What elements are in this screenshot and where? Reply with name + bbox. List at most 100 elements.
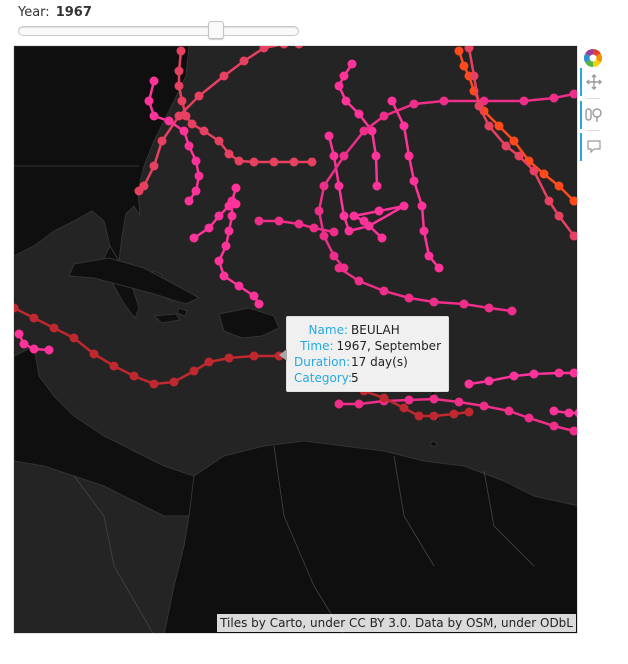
track-point <box>157 136 167 146</box>
tooltip-key: Name: <box>308 323 348 337</box>
slider-handle[interactable] <box>208 21 225 39</box>
tooltip-arrow <box>279 349 287 361</box>
track-point <box>404 395 414 405</box>
track-point <box>149 111 159 121</box>
track-point <box>29 313 39 323</box>
track-point <box>459 299 469 309</box>
slider-label: Year: <box>18 5 50 20</box>
track-point <box>254 216 264 226</box>
track-point <box>341 96 351 106</box>
tooltip-value: BEULAH <box>351 323 400 337</box>
track-point <box>134 186 144 196</box>
track-point <box>404 293 414 303</box>
track-point <box>474 101 484 111</box>
track-point <box>501 141 511 151</box>
track-point <box>379 393 389 403</box>
track-point <box>329 227 339 237</box>
track-point <box>307 157 317 167</box>
track-point <box>249 291 259 301</box>
track-point <box>464 46 474 53</box>
track-point <box>231 183 241 193</box>
track-point <box>419 226 429 236</box>
track-point <box>189 233 199 243</box>
track-point <box>371 151 381 161</box>
track-point <box>454 46 464 56</box>
year-slider[interactable]: Year: 1967 <box>18 4 300 40</box>
track-point <box>509 136 519 146</box>
track-point <box>164 116 174 126</box>
track-point <box>227 211 237 221</box>
track-point <box>339 151 349 161</box>
track-point <box>239 56 249 66</box>
tooltip-value: 1967, September <box>336 339 442 353</box>
track-point <box>214 256 224 266</box>
track-point <box>199 126 209 136</box>
land-south-america <box>163 440 577 633</box>
slider-value: 1967 <box>55 5 92 20</box>
track-point <box>334 181 344 191</box>
track-point <box>429 297 439 307</box>
track-point <box>494 121 504 131</box>
track-point <box>269 157 279 167</box>
track-point <box>424 251 434 261</box>
track-point <box>191 156 201 166</box>
track-point <box>189 366 199 376</box>
track-point <box>354 399 364 409</box>
track-point <box>569 89 577 99</box>
track-point <box>484 303 494 313</box>
track-point <box>184 196 194 206</box>
land-central-america <box>14 345 210 517</box>
track-point <box>294 46 304 49</box>
track-point <box>179 126 189 136</box>
hover-tool-icon[interactable] <box>580 133 606 161</box>
track-point <box>19 339 29 349</box>
track-point <box>334 81 344 91</box>
track-point <box>564 408 574 418</box>
track-point <box>574 408 577 418</box>
track-point <box>507 306 517 316</box>
wheel-zoom-tool-icon[interactable] <box>580 101 606 129</box>
track-point <box>504 406 514 416</box>
tooltip-key: Time: <box>300 339 334 353</box>
track-point <box>404 151 414 161</box>
track-point <box>399 201 409 211</box>
track-point <box>434 263 444 273</box>
tooltip-row-time: Time: 1967, September <box>294 338 441 354</box>
track-point <box>254 299 264 309</box>
hurricane-track <box>177 50 312 164</box>
pan-tool-icon[interactable] <box>580 68 606 96</box>
hover-tooltip: Name: BEULAH Time: 1967, September Durat… <box>279 316 449 392</box>
track-point <box>194 171 204 181</box>
track-point <box>354 276 364 286</box>
track-point <box>149 76 159 86</box>
track-point <box>377 233 387 243</box>
track-point <box>359 126 369 136</box>
track-point <box>309 223 319 233</box>
track-point <box>234 281 244 291</box>
track-point <box>184 141 194 151</box>
track-point <box>519 96 529 106</box>
track-point <box>374 206 384 216</box>
tooltip-key: Category: <box>294 371 352 385</box>
track-point <box>529 166 539 176</box>
track-point <box>329 151 339 161</box>
track-point <box>314 206 324 216</box>
track-point <box>399 121 409 131</box>
slider-track[interactable] <box>18 26 299 36</box>
track-point <box>464 407 474 417</box>
track-point <box>544 196 554 206</box>
track-point <box>334 399 344 409</box>
track-point <box>149 379 159 389</box>
tooltip-value: 5 <box>351 371 359 385</box>
track-point <box>569 368 577 378</box>
track-point <box>129 371 139 381</box>
track-point <box>324 131 334 141</box>
track-point <box>249 157 259 167</box>
track-point <box>174 81 184 91</box>
track-point <box>479 401 489 411</box>
hurricane-track <box>317 92 575 269</box>
track-point <box>514 151 524 161</box>
track-point <box>554 368 564 378</box>
track-point <box>319 231 329 241</box>
track-point <box>177 96 187 106</box>
